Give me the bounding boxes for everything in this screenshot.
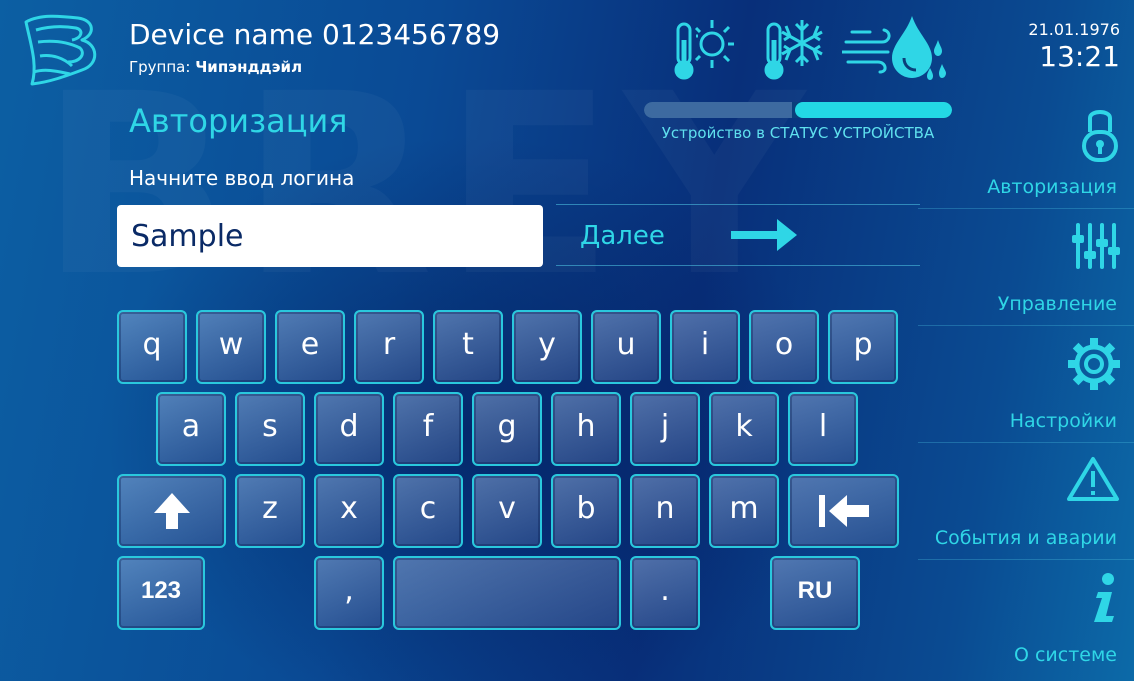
mode-icons (668, 10, 958, 82)
info-icon (1094, 573, 1114, 622)
brand-logo (24, 14, 97, 86)
date: 21.01.1976 (1028, 20, 1120, 39)
key-x[interactable]: x (314, 474, 384, 548)
sidebar-item-control[interactable]: Управление (918, 209, 1134, 326)
login-input[interactable] (117, 205, 543, 267)
next-button-label: Далее (580, 221, 665, 251)
key-m[interactable]: m (709, 474, 779, 548)
gear-icon (1068, 338, 1120, 390)
wind-drops-icon (842, 16, 946, 80)
warning-icon (1067, 457, 1119, 501)
key-u[interactable]: u (591, 310, 661, 384)
key-o[interactable]: o (749, 310, 819, 384)
key-n[interactable]: n (630, 474, 700, 548)
comma-key[interactable]: , (314, 556, 384, 630)
numbers-key[interactable]: 123 (117, 556, 205, 630)
key-q[interactable]: q (117, 310, 187, 384)
sidebar-item-label: Управление (997, 293, 1117, 315)
lock-icon (1082, 110, 1118, 162)
key-e[interactable]: e (275, 310, 345, 384)
key-w[interactable]: w (196, 310, 266, 384)
key-l[interactable]: l (788, 392, 858, 466)
key-s[interactable]: s (235, 392, 305, 466)
period-key[interactable]: . (630, 556, 700, 630)
sidebar: Авторизация Управление Настройки События… (918, 92, 1134, 681)
key-r[interactable]: r (354, 310, 424, 384)
backspace-key[interactable] (788, 474, 899, 548)
arrow-right-icon (731, 219, 797, 251)
status-progress-bar (644, 102, 952, 118)
sidebar-item-authorization[interactable]: Авторизация (918, 92, 1134, 209)
key-t[interactable]: t (433, 310, 503, 384)
group-info: Группа: Чипэнддэйл (129, 58, 302, 76)
key-d[interactable]: d (314, 392, 384, 466)
arrow-up-icon (153, 493, 190, 529)
key-f[interactable]: f (393, 392, 463, 466)
sidebar-item-about[interactable]: О системе (918, 560, 1134, 676)
sliders-icon (1072, 223, 1120, 269)
key-z[interactable]: z (235, 474, 305, 548)
key-i[interactable]: i (670, 310, 740, 384)
sidebar-item-events-alarms[interactable]: События и аварии (918, 443, 1134, 560)
sidebar-item-label: События и аварии (934, 527, 1117, 549)
time: 13:21 (1039, 40, 1120, 73)
key-c[interactable]: c (393, 474, 463, 548)
key-v[interactable]: v (472, 474, 542, 548)
page-title: Авторизация (129, 102, 348, 140)
sidebar-item-settings[interactable]: Настройки (918, 326, 1134, 443)
backspace-icon (818, 495, 869, 527)
sidebar-item-label: Авторизация (987, 176, 1117, 198)
sidebar-item-label: Настройки (1009, 410, 1117, 432)
key-j[interactable]: j (630, 392, 700, 466)
language-key[interactable]: RU (770, 556, 860, 630)
key-y[interactable]: y (512, 310, 582, 384)
login-prompt: Начните ввод логина (129, 166, 355, 190)
key-k[interactable]: k (709, 392, 779, 466)
key-g[interactable]: g (472, 392, 542, 466)
key-a[interactable]: a (156, 392, 226, 466)
space-key[interactable] (393, 556, 621, 630)
group-value: Чипэнддэйл (195, 58, 303, 76)
key-p[interactable]: p (828, 310, 898, 384)
thermometer-snowflake-icon (764, 20, 823, 80)
key-h[interactable]: h (551, 392, 621, 466)
status-text: Устройство в СТАТУС УСТРОЙСТВА (661, 124, 935, 142)
thermometer-sun-icon (674, 20, 734, 80)
device-name: Device name 0123456789 (129, 18, 501, 51)
sidebar-item-label: О системе (1013, 644, 1117, 666)
group-label: Группа: (129, 58, 191, 76)
key-b[interactable]: b (551, 474, 621, 548)
shift-key[interactable] (117, 474, 226, 548)
next-button[interactable]: Далее (556, 204, 920, 266)
